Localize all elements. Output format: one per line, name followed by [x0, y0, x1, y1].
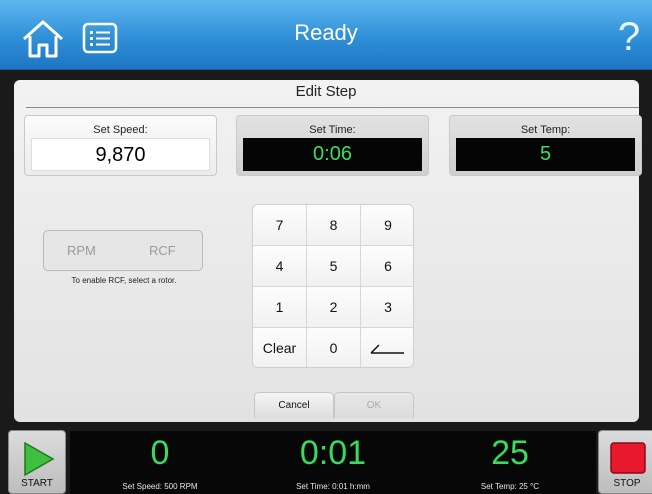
set-temp-label: Set Temp: [520, 124, 571, 136]
current-time: 0:01 [299, 434, 367, 472]
rcf-button[interactable]: RCF [149, 243, 176, 258]
set-temp-readout: Set Temp: 25 °C [480, 482, 540, 491]
set-speed-value[interactable]: 9,870 [31, 138, 210, 171]
current-temp: 25 [491, 434, 529, 472]
rcf-hint: To enable RCF, select a rotor. [71, 276, 177, 285]
key-7[interactable]: 7 [253, 205, 307, 246]
set-time-card[interactable]: Set Time: 0:06 [236, 115, 429, 176]
key-8[interactable]: 8 [307, 205, 361, 246]
set-speed-readout: Set Speed: 500 RPM [122, 482, 198, 491]
backspace-icon [370, 344, 404, 354]
title-bar: Ready ? [0, 0, 652, 70]
stop-icon [610, 442, 646, 474]
current-speed: 0 [150, 434, 170, 472]
key-4[interactable]: 4 [253, 246, 307, 287]
edit-step-title: Edit Step [295, 83, 357, 100]
status-title: Ready [294, 20, 358, 45]
set-time-readout: Set Time: 0:01 h:mm [296, 482, 370, 491]
numeric-keypad: 7 8 9 4 5 6 1 2 3 Clear 0 [252, 204, 414, 368]
key-1[interactable]: 1 [253, 287, 307, 328]
set-speed-card[interactable]: Set Speed: 9,870 [24, 115, 217, 176]
key-9[interactable]: 9 [361, 205, 413, 246]
cancel-button[interactable]: Cancel [254, 392, 334, 418]
clear-key[interactable]: Clear [253, 328, 307, 367]
help-icon[interactable]: ? [614, 14, 644, 60]
stop-label: STOP [613, 478, 641, 489]
key-3[interactable]: 3 [361, 287, 413, 328]
start-button[interactable]: START [8, 430, 66, 494]
play-icon [24, 441, 55, 477]
key-5[interactable]: 5 [307, 246, 361, 287]
set-temp-card[interactable]: Set Temp: 5 [449, 115, 642, 176]
key-0[interactable]: 0 [307, 328, 361, 367]
ok-button[interactable]: OK [334, 392, 414, 418]
title-divider [26, 107, 639, 108]
run-status-bar: 0 Set Speed: 500 RPM 0:01 Set Time: 0:01… [70, 431, 596, 494]
key-6[interactable]: 6 [361, 246, 413, 287]
start-label: START [21, 478, 53, 489]
set-time-value[interactable]: 0:06 [243, 138, 422, 171]
set-speed-label: Set Speed: [93, 124, 148, 136]
unit-toggle: RPM RCF [43, 230, 203, 271]
set-time-label: Set Time: [309, 124, 356, 136]
key-2[interactable]: 2 [307, 287, 361, 328]
backspace-key[interactable] [361, 328, 413, 367]
rpm-button[interactable]: RPM [67, 243, 96, 258]
stop-button[interactable]: STOP [598, 430, 652, 494]
set-temp-value[interactable]: 5 [456, 138, 635, 171]
